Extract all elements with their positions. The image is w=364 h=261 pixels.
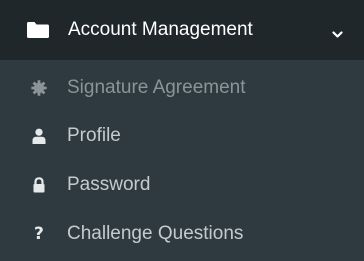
lock-icon xyxy=(31,177,47,193)
account-menu: Account Management Signature Agreement P… xyxy=(0,0,364,261)
menu-item-challenge-questions[interactable]: ? Challenge Questions xyxy=(0,211,364,259)
chevron-down-icon[interactable] xyxy=(332,26,343,38)
gear-icon xyxy=(31,80,47,96)
menu-item-password[interactable]: Password xyxy=(0,162,364,210)
menu-item-label: Profile xyxy=(67,125,121,146)
menu-item-profile[interactable]: Profile xyxy=(0,113,364,161)
user-icon xyxy=(31,128,47,144)
menu-item-label: Signature Agreement xyxy=(67,77,246,98)
account-management-title: Account Management xyxy=(68,19,253,40)
folder-icon xyxy=(27,22,49,38)
account-management-header[interactable]: Account Management xyxy=(0,0,364,60)
menu-item-label: Password xyxy=(67,174,151,195)
menu-item-label: Challenge Questions xyxy=(67,223,244,244)
menu-item-signature-agreement[interactable]: Signature Agreement xyxy=(0,65,364,113)
question-icon: ? xyxy=(34,224,44,244)
